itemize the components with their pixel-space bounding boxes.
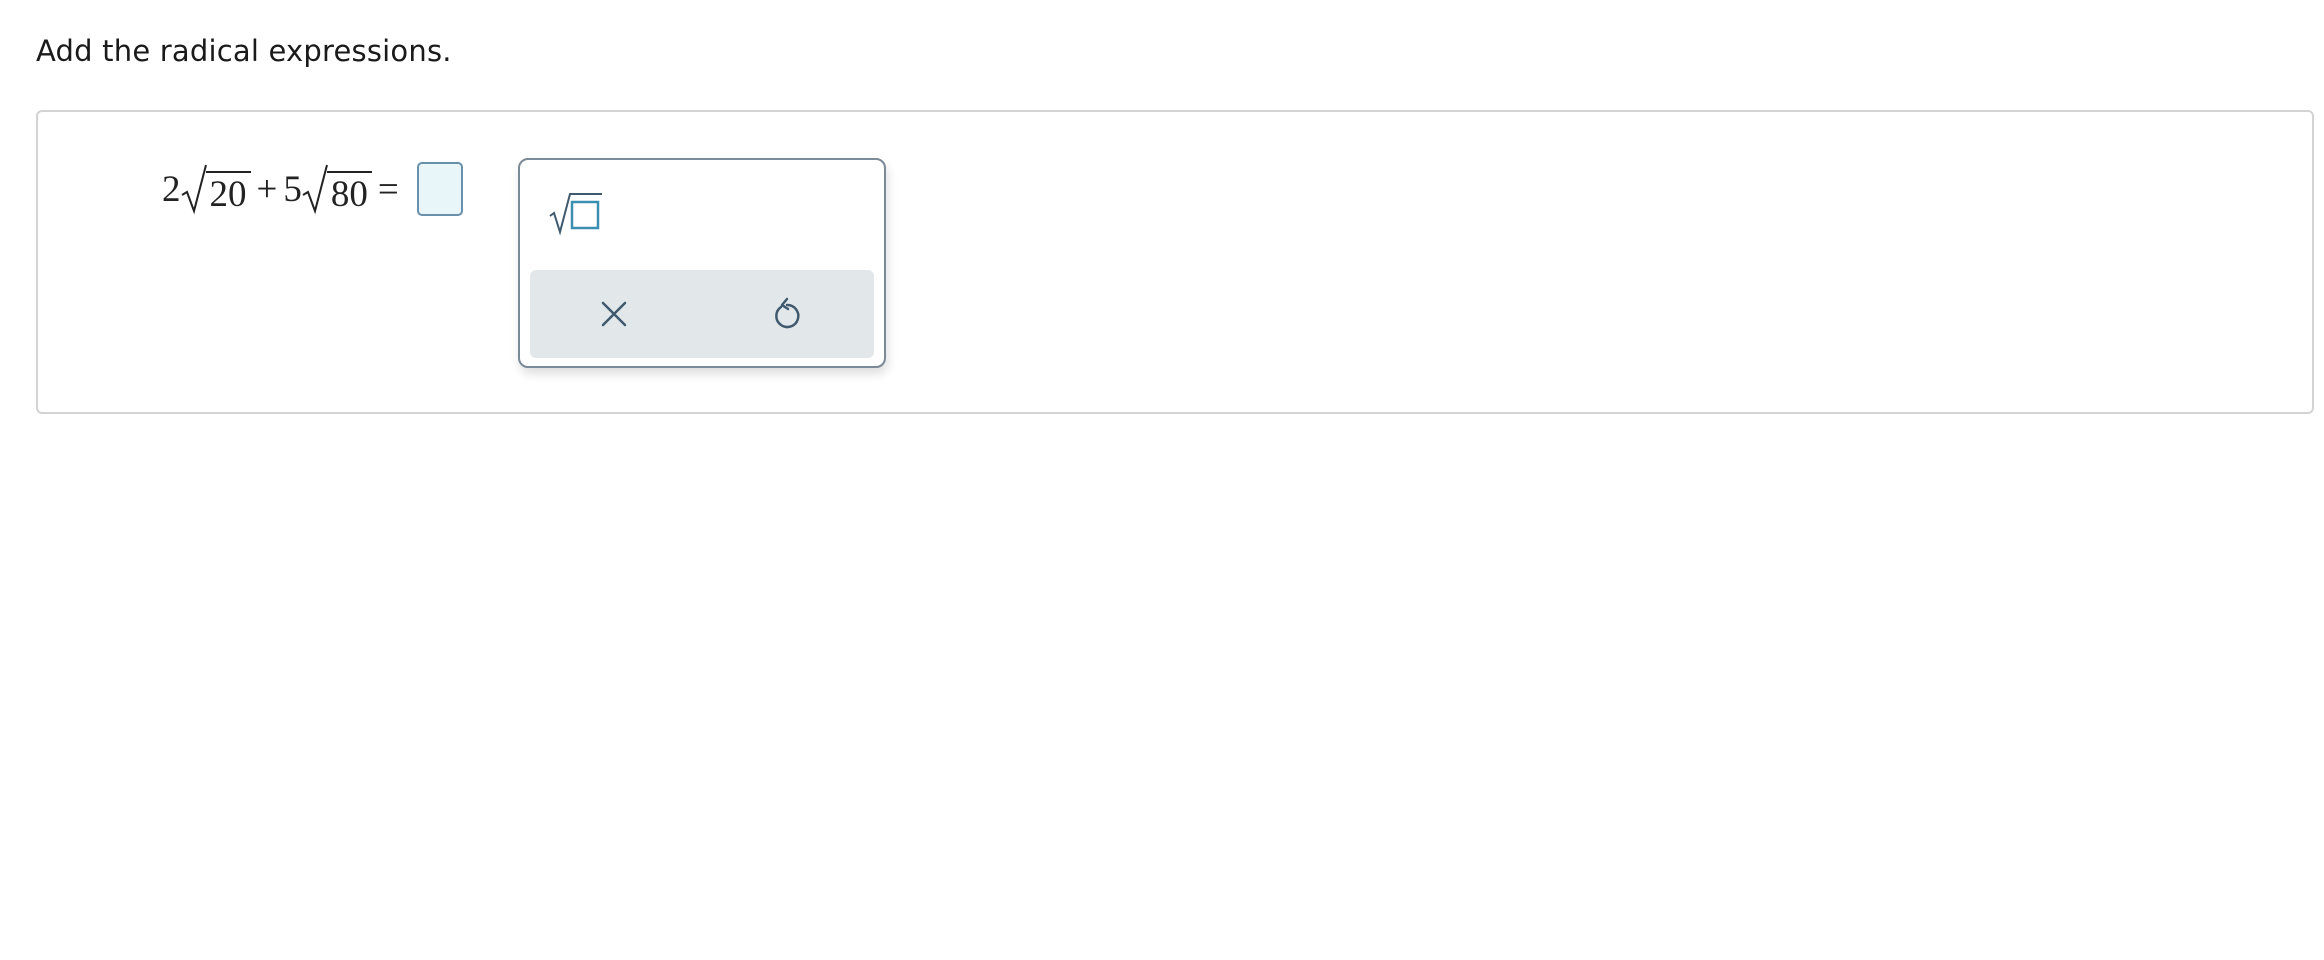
equals-sign: = (377, 168, 399, 210)
radical-expression: 2 20 + 5 80 = (162, 156, 463, 222)
radical-2: 80 (302, 163, 372, 215)
coefficient-2: 5 (283, 168, 302, 210)
undo-button[interactable] (761, 288, 813, 340)
square-root-template-icon (549, 193, 602, 236)
radical-sign-icon (180, 164, 207, 215)
undo-icon (775, 297, 800, 329)
x-icon (601, 301, 627, 327)
radical-sign-icon (302, 164, 328, 215)
question-instruction: Add the radical expressions. (36, 34, 452, 68)
square-root-template-button[interactable] (548, 186, 608, 242)
clear-button[interactable] (588, 288, 640, 340)
radical-1: 20 (180, 163, 251, 215)
plus-sign: + (256, 168, 278, 210)
answer-input[interactable] (416, 162, 463, 216)
coefficient-1: 2 (162, 168, 181, 210)
palette-action-bar (530, 270, 874, 358)
radicand-1: 20 (205, 171, 251, 215)
math-input-palette (518, 158, 886, 368)
radicand-2: 80 (326, 171, 372, 215)
